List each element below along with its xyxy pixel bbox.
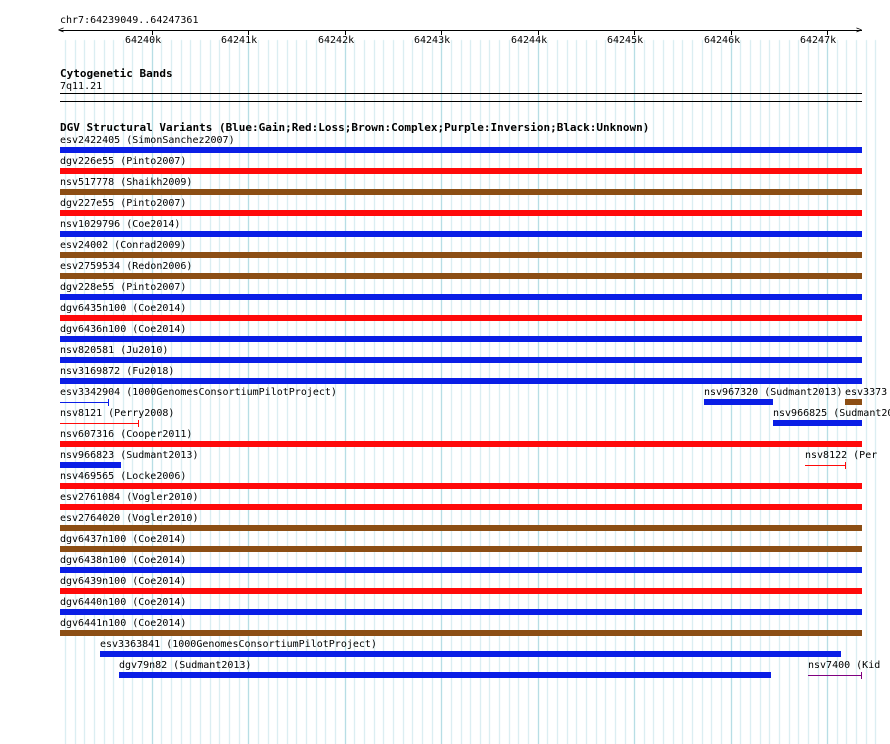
dgv-feature-bar[interactable] <box>60 525 862 531</box>
dgv-feature-label[interactable]: nsv7400 (Kid <box>808 660 880 671</box>
dgv-feature-bar[interactable] <box>60 336 862 342</box>
dgv-feature-label[interactable]: esv3363841 (1000GenomesConsortiumPilotPr… <box>100 639 377 650</box>
cytogenetic-band-label: 7q11.21 <box>60 81 103 92</box>
ruler-tick-label: 64247k <box>800 35 837 46</box>
dgv-feature-bar[interactable] <box>805 465 846 466</box>
dgv-feature-label[interactable]: dgv6437n100 (Coe2014) <box>60 534 186 545</box>
dgv-feature-bar[interactable] <box>60 588 862 594</box>
dgv-feature-label[interactable]: nsv517778 (Shaikh2009) <box>60 177 192 188</box>
dgv-feature-label[interactable]: dgv6436n100 (Coe2014) <box>60 324 186 335</box>
dgv-feature-bar[interactable] <box>773 420 862 426</box>
dgv-feature-bar[interactable] <box>60 441 862 447</box>
ruler-left-arrow: < <box>58 25 65 36</box>
dgv-feature-bar[interactable] <box>100 651 841 657</box>
dgv-feature-label[interactable]: esv24002 (Conrad2009) <box>60 240 186 251</box>
ruler-tick-label: 64242k <box>318 35 355 46</box>
dgv-feature-bar[interactable] <box>60 546 862 552</box>
ruler-tick-label: 64240k <box>125 35 162 46</box>
dgv-feature-bar[interactable] <box>60 630 862 636</box>
dgv-feature-label[interactable]: dgv227e55 (Pinto2007) <box>60 198 186 209</box>
dgv-feature-label[interactable]: esv3373 <box>845 387 887 398</box>
cytogenetic-band-track <box>60 93 862 94</box>
dgv-feature-label[interactable]: nsv966823 (Sudmant2013) <box>60 450 198 461</box>
dgv-feature-bar[interactable] <box>60 423 139 424</box>
dgv-feature-label[interactable]: nsv8121 (Perry2008) <box>60 408 174 419</box>
dgv-feature-label[interactable]: esv3342904 (1000GenomesConsortiumPilotPr… <box>60 387 337 398</box>
dgv-feature-label[interactable]: esv2761084 (Vogler2010) <box>60 492 198 503</box>
ruler-tick-label: 64245k <box>607 35 644 46</box>
dgv-feature-bar[interactable] <box>119 672 771 678</box>
dgv-feature-bar[interactable] <box>60 378 862 384</box>
dgv-feature-bar[interactable] <box>60 252 862 258</box>
dgv-feature-label[interactable]: dgv226e55 (Pinto2007) <box>60 156 186 167</box>
dgv-feature-bar[interactable] <box>60 609 862 615</box>
location-label: chr7:64239049..64247361 <box>60 15 199 26</box>
dgv-feature-bar[interactable] <box>60 189 862 195</box>
dgv-feature-label[interactable]: esv2764020 (Vogler2010) <box>60 513 198 524</box>
ruler-tick-label: 64244k <box>511 35 548 46</box>
dgv-feature-label[interactable]: dgv6440n100 (Coe2014) <box>60 597 186 608</box>
dgv-feature-label[interactable]: esv2759534 (Redon2006) <box>60 261 192 272</box>
dgv-feature-label[interactable]: dgv6438n100 (Coe2014) <box>60 555 186 566</box>
dgv-track-title: DGV Structural Variants (Blue:Gain;Red:L… <box>60 121 650 134</box>
dgv-feature-label[interactable]: nsv8122 (Per <box>805 450 877 461</box>
dgv-feature-label[interactable]: dgv6439n100 (Coe2014) <box>60 576 186 587</box>
dgv-feature-label[interactable]: dgv228e55 (Pinto2007) <box>60 282 186 293</box>
dgv-feature-bar[interactable] <box>60 462 121 468</box>
dgv-feature-bar[interactable] <box>60 504 862 510</box>
ruler-tick-label: 64243k <box>414 35 451 46</box>
dgv-feature-bar[interactable] <box>60 357 862 363</box>
dgv-feature-bar[interactable] <box>60 168 862 174</box>
dgv-feature-bar[interactable] <box>60 315 862 321</box>
dgv-feature-label[interactable]: nsv820581 (Ju2010) <box>60 345 168 356</box>
dgv-feature-bar[interactable] <box>808 675 862 676</box>
ruler-tick-label: 64246k <box>704 35 741 46</box>
dgv-feature-bar[interactable] <box>845 399 862 405</box>
dgv-feature-bar[interactable] <box>60 231 862 237</box>
dgv-feature-label[interactable]: nsv469565 (Locke2006) <box>60 471 186 482</box>
dgv-feature-label[interactable]: dgv6441n100 (Coe2014) <box>60 618 186 629</box>
dgv-feature-label[interactable]: nsv966825 (Sudmant2013) <box>773 408 890 419</box>
dgv-feature-bar[interactable] <box>60 402 109 403</box>
dgv-feature-bar[interactable] <box>60 147 862 153</box>
dgv-feature-label[interactable]: dgv79n82 (Sudmant2013) <box>119 660 251 671</box>
dgv-feature-bar[interactable] <box>60 210 862 216</box>
dgv-feature-label[interactable]: nsv967320 (Sudmant2013) <box>704 387 842 398</box>
dgv-feature-label[interactable]: nsv607316 (Cooper2011) <box>60 429 192 440</box>
ruler-tick-label: 64241k <box>221 35 258 46</box>
cytogenetic-bands-title: Cytogenetic Bands <box>60 67 173 80</box>
dgv-feature-bar[interactable] <box>60 483 862 489</box>
ruler-right-arrow: > <box>856 25 863 36</box>
dgv-feature-label[interactable]: nsv1029796 (Coe2014) <box>60 219 180 230</box>
dgv-feature-bar[interactable] <box>704 399 773 405</box>
dgv-feature-label[interactable]: esv2422405 (SimonSanchez2007) <box>60 135 235 146</box>
ruler-axis <box>60 30 862 31</box>
dgv-feature-bar[interactable] <box>60 294 862 300</box>
dgv-feature-label[interactable]: dgv6435n100 (Coe2014) <box>60 303 186 314</box>
dgv-feature-label[interactable]: nsv3169872 (Fu2018) <box>60 366 174 377</box>
cytogenetic-track-separator <box>60 101 862 102</box>
dgv-feature-bar[interactable] <box>60 567 862 573</box>
dgv-feature-bar[interactable] <box>60 273 862 279</box>
